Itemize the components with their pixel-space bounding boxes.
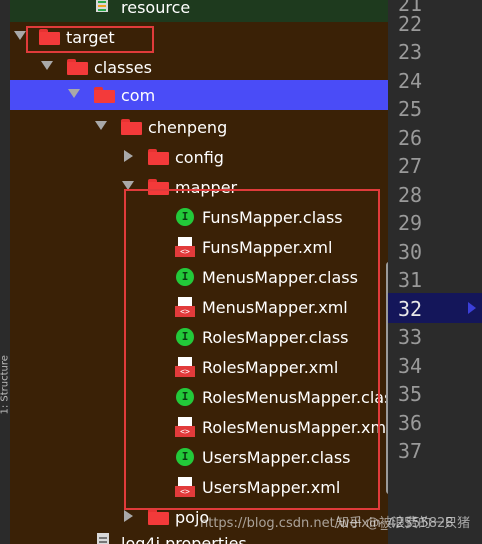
- line-number: 27: [398, 154, 423, 178]
- folder-icon: [148, 149, 169, 165]
- tree-label-chenpeng: chenpeng: [148, 118, 228, 137]
- current-line-marker-icon: [468, 302, 476, 314]
- structure-tool-label[interactable]: 1: Structure: [0, 355, 11, 414]
- folder-icon: [121, 119, 142, 135]
- structure-tool-strip[interactable]: 1: Structure: [0, 0, 11, 544]
- chevron-down-icon[interactable]: [14, 31, 26, 40]
- tree-row-classes[interactable]: classes: [10, 52, 388, 82]
- chevron-right-icon[interactable]: [124, 150, 133, 162]
- line-number: 26: [398, 126, 423, 150]
- line-number: 24: [398, 69, 423, 93]
- line-number: 35: [398, 382, 423, 406]
- line-number: 37: [398, 439, 423, 463]
- folder-icon: [148, 509, 169, 525]
- tree-row-com[interactable]: com: [10, 80, 388, 110]
- line-number: 33: [398, 325, 423, 349]
- tree-row-config[interactable]: config: [10, 142, 388, 172]
- line-number: 25: [398, 97, 423, 121]
- folder-icon: [94, 87, 115, 103]
- tree-label-config: config: [175, 148, 224, 167]
- chevron-down-icon[interactable]: [41, 61, 53, 70]
- tree-row-chenpeng[interactable]: chenpeng: [10, 112, 388, 142]
- folder-icon: [67, 59, 88, 75]
- tree-label-classes: classes: [94, 58, 152, 77]
- tree-label-com: com: [121, 86, 156, 105]
- tree-label-log4j: log4j.properties: [121, 534, 247, 544]
- properties-file-icon: [96, 532, 112, 544]
- chevron-down-icon[interactable]: [68, 89, 80, 98]
- current-line-number: 32: [398, 297, 423, 321]
- resource-folder-icon: [95, 0, 111, 14]
- line-number: 30: [398, 240, 423, 264]
- line-number-gutter: 21 22 23 24 25 26 27 28 29 30 31 32 33 3…: [388, 0, 482, 544]
- line-number: 36: [398, 411, 423, 435]
- line-number: 31: [398, 268, 423, 292]
- line-number: 29: [398, 211, 423, 235]
- project-tree[interactable]: resource target classes com chenpeng con…: [10, 0, 388, 544]
- tree-row-resource[interactable]: resource: [10, 0, 388, 22]
- tree-label-resource: resource: [121, 0, 191, 17]
- line-number: 28: [398, 183, 423, 207]
- watermark-zhihu: 知乎 @被浪费的一只猪: [336, 516, 471, 531]
- chevron-down-icon[interactable]: [95, 121, 107, 130]
- line-number: 22: [398, 12, 423, 36]
- chevron-right-icon[interactable]: [124, 510, 133, 522]
- line-number: 23: [398, 40, 423, 64]
- target-highlight-box: [26, 26, 154, 53]
- mapper-files-highlight-box: [124, 189, 380, 510]
- line-number: 34: [398, 354, 423, 378]
